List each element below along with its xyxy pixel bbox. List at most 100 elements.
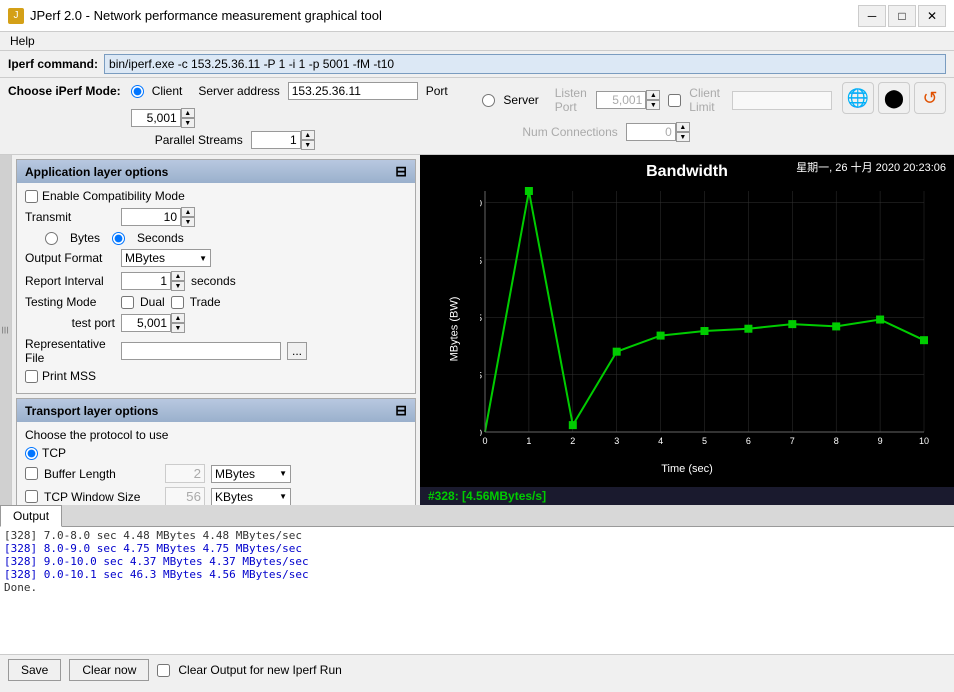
tcp-window-input[interactable] [165,487,205,505]
listen-down-btn[interactable]: ▼ [646,100,660,110]
tcp-window-unit-dropdown[interactable]: KBytes ▼ [211,488,291,506]
listen-port-spinner-btns[interactable]: ▲ ▼ [646,90,660,110]
test-port-up-btn[interactable]: ▲ [171,313,185,323]
clear-output-checkbox[interactable] [157,664,170,677]
maximize-button[interactable]: □ [888,5,916,27]
transport-layer-collapse-icon[interactable]: ⊟ [395,402,407,419]
rep-file-input[interactable] [121,342,281,360]
test-port-down-btn[interactable]: ▼ [171,323,185,333]
listen-port-spinner[interactable]: ▲ ▼ [596,90,660,110]
output-format-dropdown[interactable]: MBytes ▼ [121,249,211,267]
tcp-window-unit: KBytes [215,490,253,504]
y-axis-label: MBytes (BW) [448,297,460,362]
chart-container: MBytes (BW) Time (sec) 02.557.5100123456… [420,181,954,477]
transport-layer-header[interactable]: Transport layer options ⊟ [17,399,415,422]
iperf-command-label: Iperf command: [8,57,98,71]
num-connections-input[interactable] [626,123,676,141]
parallel-streams-spinner[interactable]: ▲ ▼ [251,130,315,150]
transmit-up-btn[interactable]: ▲ [181,207,195,217]
port-up-btn[interactable]: ▲ [181,108,195,118]
port-spinner-btns[interactable]: ▲ ▼ [181,108,195,128]
bytes-radio[interactable] [45,232,58,245]
server-radio[interactable] [482,94,495,107]
listen-up-btn[interactable]: ▲ [646,90,660,100]
browse-button[interactable]: ... [287,342,307,360]
seconds-radio[interactable] [112,232,125,245]
trade-checkbox[interactable] [171,296,184,309]
status-bar: #328: [4.56MBytes/s] [420,487,954,505]
stop-button[interactable]: ⬤ [878,82,910,114]
port-down-btn[interactable]: ▼ [181,118,195,128]
title-bar: J JPerf 2.0 - Network performance measur… [0,0,954,32]
client-radio[interactable] [131,85,144,98]
print-mss-row: Print MSS [25,369,407,383]
output-tab[interactable]: Output [0,505,62,527]
parallel-streams-input[interactable] [251,131,301,149]
parallel-streams-row: Parallel Streams ▲ ▼ [155,130,473,150]
num-connections-spinner[interactable]: ▲ ▼ [626,122,690,142]
listen-port-input[interactable] [596,91,646,109]
app-layer-header[interactable]: Application layer options ⊟ [17,160,415,183]
dual-label: Dual [140,295,165,309]
protocol-label-row: Choose the protocol to use [25,428,407,442]
tcp-radio[interactable] [25,447,38,460]
port-spinner[interactable]: ▲ ▼ [131,108,195,128]
iperf-command-input[interactable] [104,54,946,74]
server-mode-row: Server Listen Port ▲ ▼ Client Limit [482,86,832,114]
save-button[interactable]: Save [8,659,61,681]
parallel-down-btn[interactable]: ▼ [301,140,315,150]
tcp-row: TCP [25,446,407,460]
parallel-up-btn[interactable]: ▲ [301,130,315,140]
left-scroll-handle[interactable]: ≡ [0,155,12,505]
buffer-length-unit-dropdown[interactable]: MBytes ▼ [211,465,291,483]
rep-file-row: Representative File ... [25,337,407,365]
num-connections-label: Num Connections [522,125,617,139]
dual-checkbox[interactable] [121,296,134,309]
testing-mode-label: Testing Mode [25,295,115,309]
test-port-spinner-btns[interactable]: ▲ ▼ [171,313,185,333]
compat-mode-checkbox[interactable] [25,190,38,203]
transmit-spinner[interactable]: ▲ ▼ [121,207,195,227]
app-layer-collapse-icon[interactable]: ⊟ [395,163,407,180]
chart-datetime: 星期一, 26 十月 2020 20:23:06 [796,159,946,175]
report-interval-label: Report Interval [25,274,115,288]
transmit-label: Transmit [25,210,115,224]
svg-text:8: 8 [834,436,839,446]
server-label: Server [503,93,538,107]
port-input[interactable] [131,109,181,127]
report-interval-up-btn[interactable]: ▲ [171,271,185,281]
minimize-button[interactable]: ─ [858,5,886,27]
report-interval-input[interactable] [121,272,171,290]
print-mss-checkbox[interactable] [25,370,38,383]
parallel-streams-spinner-btns[interactable]: ▲ ▼ [301,130,315,150]
test-port-spinner[interactable]: ▲ ▼ [121,313,185,333]
num-conn-up-btn[interactable]: ▲ [676,122,690,132]
buffer-unit-arrow-icon: ▼ [279,469,287,478]
transmit-input[interactable] [121,208,181,226]
menu-bar: Help [0,32,954,51]
clear-now-button[interactable]: Clear now [69,659,149,681]
compat-mode-row: Enable Compatibility Mode [25,189,407,203]
buffer-length-input[interactable] [165,464,205,483]
num-connections-spinner-btns[interactable]: ▲ ▼ [676,122,690,142]
buffer-length-checkbox[interactable] [25,467,38,480]
client-limit-input[interactable] [732,91,832,110]
tcp-window-checkbox[interactable] [25,490,38,503]
close-button[interactable]: ✕ [918,5,946,27]
server-address-input[interactable] [288,82,418,100]
num-conn-down-btn[interactable]: ▼ [676,132,690,142]
transmit-down-btn[interactable]: ▼ [181,217,195,227]
report-interval-down-btn[interactable]: ▼ [171,281,185,291]
test-port-input[interactable] [121,314,171,332]
report-interval-spinner[interactable]: ▲ ▼ [121,271,185,291]
client-limit-checkbox[interactable] [668,94,681,107]
title-bar-controls: ─ □ ✕ [858,5,946,27]
restart-button[interactable]: ↺ [914,82,946,114]
help-menu[interactable]: Help [4,32,41,50]
report-interval-spinner-btns[interactable]: ▲ ▼ [171,271,185,291]
buffer-length-row: Buffer Length MBytes ▼ [25,464,407,483]
transmit-spinner-btns[interactable]: ▲ ▼ [181,207,195,227]
connect-button[interactable]: 🌐 [842,82,874,114]
svg-text:0: 0 [482,436,487,446]
output-footer: Save Clear now Clear Output for new Iper… [0,654,954,685]
